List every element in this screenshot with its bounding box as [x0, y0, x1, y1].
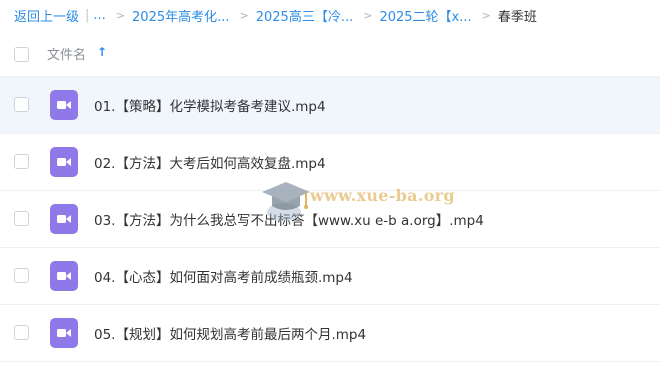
breadcrumb-ellipsis[interactable]: ... [93, 8, 105, 23]
breadcrumb-current: 春季班 [497, 9, 537, 25]
chevron-right-icon: > [481, 8, 491, 22]
select-all-checkbox[interactable] [14, 47, 29, 62]
video-file-icon [50, 318, 78, 348]
video-file-icon [50, 147, 78, 177]
file-name[interactable]: 03.【方法】为什么我总写不出标答【www.xu e-b a.org】.mp4 [94, 209, 484, 229]
file-list: 01.【策略】化学模拟考备考建议.mp4 02.【方法】大考后如何高效复盘.mp… [0, 77, 660, 362]
chevron-right-icon: > [115, 8, 126, 22]
video-file-icon [50, 261, 78, 291]
video-file-icon [50, 204, 78, 234]
row-checkbox[interactable] [14, 97, 29, 112]
breadcrumb-item[interactable]: 2025二轮【x... [379, 6, 471, 25]
chevron-right-icon: > [239, 8, 249, 22]
column-title-filename[interactable]: 文件名 [47, 44, 86, 63]
breadcrumb-item[interactable]: 2025高三【冷... [256, 6, 353, 25]
file-row[interactable]: 04.【心态】如何面对高考前成绩瓶颈.mp4 [0, 248, 660, 305]
breadcrumb: 返回上一级 | ... > 2025年高考化... > 2025高三【冷... … [14, 4, 537, 26]
row-checkbox[interactable] [14, 154, 29, 169]
row-checkbox[interactable] [14, 211, 29, 226]
file-row[interactable]: 01.【策略】化学模拟考备考建议.mp4 [0, 77, 660, 134]
chevron-right-icon: > [363, 8, 373, 22]
file-row[interactable]: 03.【方法】为什么我总写不出标答【www.xu e-b a.org】.mp4 [0, 191, 660, 248]
video-file-icon [50, 90, 78, 120]
file-name[interactable]: 02.【方法】大考后如何高效复盘.mp4 [94, 152, 326, 172]
row-checkbox[interactable] [14, 325, 29, 340]
back-link[interactable]: 返回上一级 [14, 6, 79, 25]
file-row[interactable]: 02.【方法】大考后如何高效复盘.mp4 [0, 134, 660, 191]
list-header: 文件名 ↑ [0, 32, 660, 77]
breadcrumb-item[interactable]: 2025年高考化... [132, 6, 229, 25]
breadcrumb-divider: | [85, 7, 90, 23]
file-row[interactable]: 05.【规划】如何规划高考前最后两个月.mp4 [0, 305, 660, 362]
sort-ascending-icon[interactable]: ↑ [97, 45, 107, 59]
file-name[interactable]: 04.【心态】如何面对高考前成绩瓶颈.mp4 [94, 266, 353, 286]
file-name[interactable]: 01.【策略】化学模拟考备考建议.mp4 [94, 95, 326, 115]
row-checkbox[interactable] [14, 268, 29, 283]
file-name[interactable]: 05.【规划】如何规划高考前最后两个月.mp4 [94, 323, 366, 343]
